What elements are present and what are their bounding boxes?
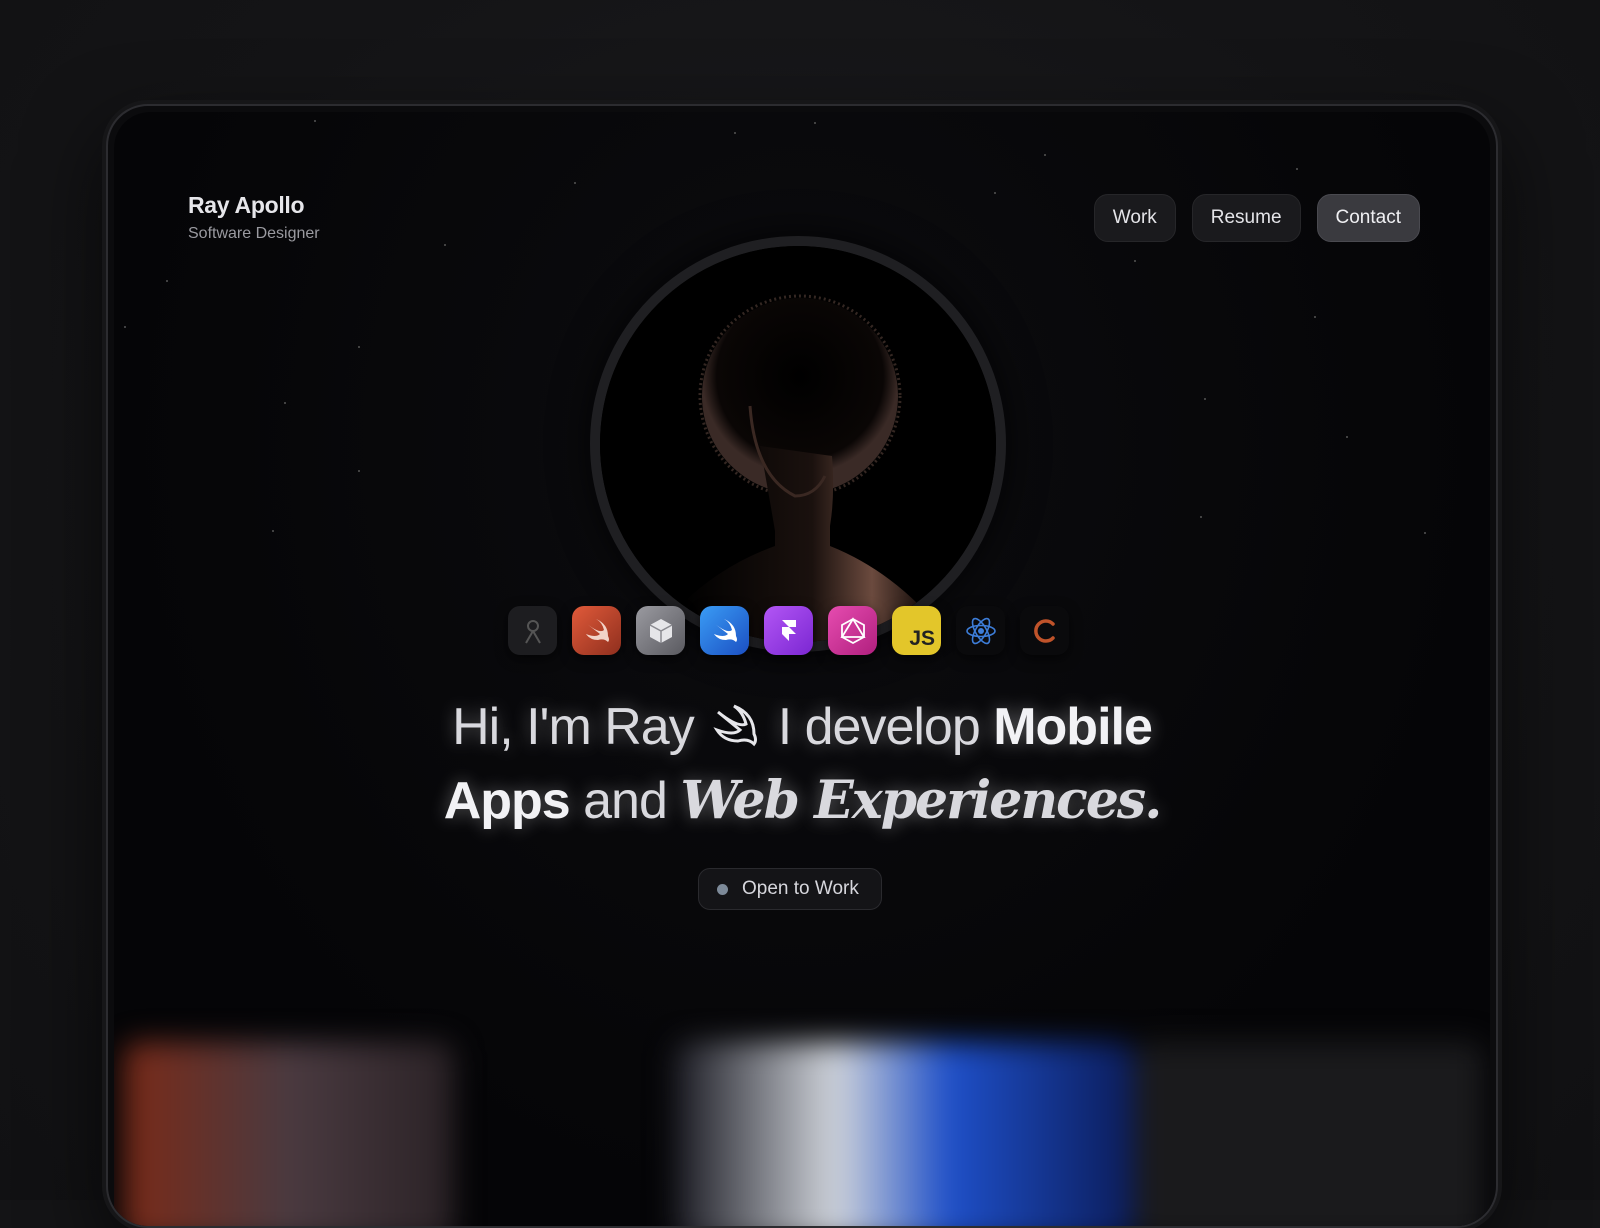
headline-mobile: Mobile bbox=[993, 698, 1153, 756]
headline-greeting: Hi, I'm Ray bbox=[452, 698, 695, 756]
swift-orange-icon[interactable] bbox=[572, 606, 621, 655]
headline-apps: Apps bbox=[443, 772, 571, 830]
cube-icon[interactable] bbox=[636, 606, 685, 655]
brand-name: Ray Apollo bbox=[188, 192, 305, 218]
javascript-label: JS bbox=[909, 627, 935, 650]
portrait-silhouette-image bbox=[600, 246, 996, 642]
website-screen: Ray Apollo Software Designer Work Resume… bbox=[114, 112, 1490, 1226]
framer-icon[interactable] bbox=[764, 606, 813, 655]
headline-lead: I develop bbox=[777, 698, 981, 756]
brand-block[interactable]: Ray Apollo Software Designer bbox=[188, 192, 320, 243]
react-icon[interactable] bbox=[956, 606, 1005, 655]
project-preview-2[interactable] bbox=[674, 1042, 1134, 1226]
nav-work-button[interactable]: Work bbox=[1093, 194, 1176, 242]
tech-stack-icons: JS bbox=[508, 606, 1069, 655]
status-dot bbox=[717, 883, 728, 895]
project-preview-1[interactable] bbox=[124, 1042, 454, 1226]
brand-role: Software Designer bbox=[188, 225, 320, 242]
profile-portrait bbox=[590, 236, 1006, 652]
headline-and: and bbox=[583, 772, 668, 830]
nav-contact-button[interactable]: Contact bbox=[1316, 194, 1420, 242]
loading-c-icon[interactable] bbox=[1020, 606, 1069, 655]
status-label: Open to Work bbox=[742, 878, 859, 899]
device-frame: Ray Apollo Software Designer Work Resume… bbox=[106, 104, 1498, 1228]
headline-web-experiences: Web Experiences. bbox=[680, 770, 1162, 831]
open-to-work-badge[interactable]: Open to Work bbox=[698, 868, 882, 910]
hero-headline: Hi, I'm Ray I develop Mobile Apps and Web… bbox=[114, 690, 1490, 838]
swift-hello-icon bbox=[713, 704, 757, 747]
javascript-icon[interactable]: JS bbox=[892, 606, 941, 655]
headline-line-1: Hi, I'm Ray I develop Mobile bbox=[114, 690, 1490, 764]
headline-line-2: Apps and Web Experiences. bbox=[114, 764, 1490, 838]
nav-resume-button[interactable]: Resume bbox=[1191, 194, 1301, 242]
top-nav: Work Resume Contact bbox=[1093, 194, 1420, 242]
project-preview-3[interactable] bbox=[1134, 1042, 1484, 1226]
project-previews-blurred bbox=[114, 1042, 1490, 1226]
instruments-icon[interactable] bbox=[508, 606, 557, 655]
swift-blue-icon[interactable] bbox=[700, 606, 749, 655]
graphql-icon[interactable] bbox=[828, 606, 877, 655]
